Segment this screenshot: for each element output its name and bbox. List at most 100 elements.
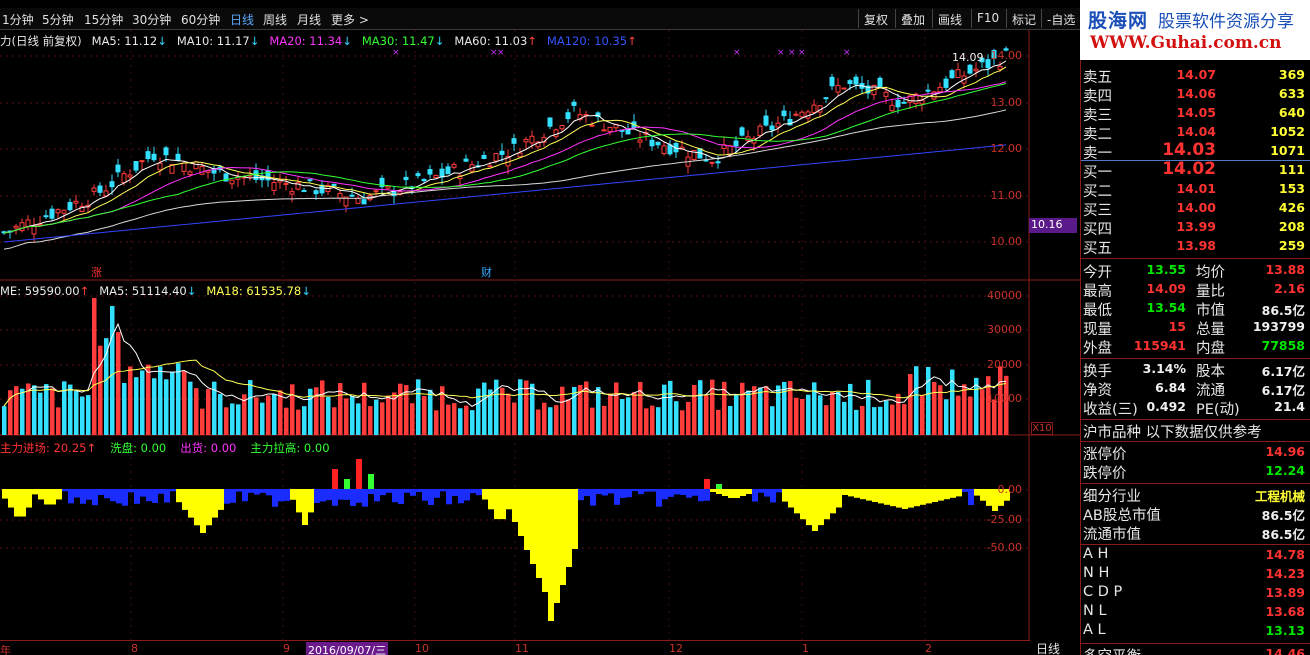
stat2-row-value: 3.14% bbox=[1142, 361, 1186, 376]
indicator-blue-bar bbox=[440, 489, 446, 492]
indicator-blue-bar bbox=[692, 489, 698, 496]
candle-body bbox=[769, 125, 775, 131]
f10-button[interactable]: F10 bbox=[971, 9, 1004, 28]
indicator-yellow-bar bbox=[716, 489, 722, 494]
period-weekly[interactable]: 周线 bbox=[263, 11, 287, 28]
indicator-yellow-bar bbox=[740, 489, 746, 496]
watchlist-button[interactable]: -自选 bbox=[1041, 9, 1080, 28]
candle-body bbox=[943, 78, 949, 88]
period-monthly[interactable]: 月线 bbox=[297, 11, 321, 28]
indicator-blue-bar bbox=[248, 489, 254, 493]
indicator-blue-bar bbox=[758, 489, 764, 493]
bid-label: 买一 bbox=[1083, 165, 1112, 181]
volume-legend-arrow: ↓ bbox=[186, 284, 197, 298]
volume-legend-arrow: ↑ bbox=[79, 284, 90, 298]
candle-body bbox=[139, 160, 145, 163]
indicator-yellow-bar bbox=[566, 489, 572, 567]
candle-body bbox=[181, 162, 187, 172]
period-more[interactable]: 更多 > bbox=[331, 11, 369, 28]
period-daily[interactable]: 日线 bbox=[230, 11, 254, 28]
volume-bar bbox=[944, 399, 949, 435]
tech-row-key: A L bbox=[1083, 622, 1106, 638]
stat-row-key: 今开 bbox=[1083, 265, 1112, 281]
indicator-yellow-bar bbox=[218, 489, 224, 510]
indicator-blue-bar bbox=[464, 489, 470, 501]
tech-row: C D P 13.89 bbox=[1081, 584, 1310, 603]
candle-body bbox=[451, 163, 457, 168]
volume-bar bbox=[458, 408, 463, 435]
candle-body bbox=[601, 129, 607, 132]
bid-price: 13.99 bbox=[1176, 219, 1216, 234]
volume-bar bbox=[248, 380, 253, 435]
stat-row: 今开 13.55 均价 13.88 bbox=[1081, 261, 1310, 281]
vol-tick-20000: 20000 bbox=[987, 358, 1022, 371]
draw-line-button[interactable]: 画线 bbox=[932, 9, 967, 28]
stat-row-key2: 均价 bbox=[1196, 265, 1225, 281]
ask-volume: 633 bbox=[1278, 86, 1305, 101]
volume-bar bbox=[428, 389, 433, 435]
tech-row-key: N H bbox=[1083, 565, 1110, 581]
candle-body bbox=[61, 209, 67, 214]
overlay-button[interactable]: 叠加 bbox=[895, 9, 930, 28]
volume-bar bbox=[260, 402, 265, 435]
candle-body bbox=[19, 222, 25, 232]
volume-bar bbox=[206, 389, 211, 435]
candle-body bbox=[463, 158, 469, 162]
candle-body bbox=[157, 162, 163, 171]
volume-bar bbox=[296, 409, 301, 435]
volume-bar bbox=[608, 393, 613, 435]
indicator-yellow-bar bbox=[896, 489, 902, 508]
volume-bar bbox=[356, 403, 361, 435]
period-15min[interactable]: 15分钟 bbox=[84, 11, 123, 28]
event-marker-zhang[interactable]: 涨 bbox=[91, 264, 102, 280]
price-tick-11: 11.00 bbox=[990, 189, 1023, 202]
tech-row-value: 14.23 bbox=[1265, 566, 1305, 581]
volume-bar bbox=[764, 386, 769, 435]
volume-bar bbox=[542, 402, 547, 435]
stat-row: 外盘 115941 内盘 77858 bbox=[1081, 337, 1310, 357]
quote-panel: 卖五 14.07 369 卖四 14.06 633 卖三 14.05 640 卖二 14.04 105… bbox=[1080, 60, 1310, 655]
indicator-blue-bar bbox=[662, 489, 668, 500]
period-5min[interactable]: 5分钟 bbox=[42, 11, 74, 28]
kline-chart-svg[interactable]: × × × × × × × × bbox=[0, 30, 1080, 655]
indicator-blue-bar bbox=[266, 489, 272, 496]
indicator-blue-bar bbox=[374, 489, 380, 502]
period-60min[interactable]: 60分钟 bbox=[181, 11, 220, 28]
indicator-yellow-bar bbox=[302, 489, 308, 525]
tech-row-value: 13.89 bbox=[1265, 585, 1305, 600]
volume-bar bbox=[596, 387, 601, 435]
candle-body bbox=[889, 104, 895, 112]
indicator-yellow-bar bbox=[44, 489, 50, 505]
candle-body bbox=[331, 183, 337, 187]
indicator-blue-bar bbox=[644, 489, 650, 492]
price-legend-arrow: ↓ bbox=[157, 34, 167, 48]
signal-x-marker: × bbox=[733, 48, 741, 58]
indicator-yellow-bar bbox=[902, 489, 908, 509]
tech-row-key: A H bbox=[1083, 546, 1109, 562]
indicator-yellow-bar bbox=[926, 489, 932, 504]
indicator-blue-bar bbox=[230, 489, 236, 503]
event-marker-cai[interactable]: 财 bbox=[481, 264, 492, 280]
mark-button[interactable]: 标记 bbox=[1006, 9, 1041, 28]
limit-row-value: 12.24 bbox=[1265, 463, 1305, 478]
candle-body bbox=[193, 161, 199, 170]
price-legend-arrow: ↓ bbox=[249, 34, 260, 48]
volume-bar bbox=[758, 387, 763, 435]
volume-bar bbox=[164, 379, 169, 435]
period-1min[interactable]: 1分钟 bbox=[2, 11, 34, 28]
bottom-tab-daily[interactable]: 日线 bbox=[1036, 640, 1060, 655]
volume-bar bbox=[128, 366, 133, 435]
indicator-blue-bar bbox=[698, 489, 704, 502]
chart-area[interactable]: × × × × × × × × 力(日线 前复权) MA5: 11.12↓ MA10: 11.17… bbox=[0, 30, 1080, 655]
indicator-blue-bar bbox=[86, 489, 92, 500]
indicator-yellow-bar bbox=[908, 489, 914, 508]
candle-body bbox=[427, 169, 433, 175]
candle-body bbox=[289, 191, 295, 195]
vol-tick-30000: 30000 bbox=[987, 323, 1022, 336]
signal-x-marker: × bbox=[798, 48, 806, 58]
indicator-blue-bar bbox=[362, 489, 368, 507]
indicator-blue-bar bbox=[602, 489, 608, 496]
period-30min[interactable]: 30分钟 bbox=[132, 11, 171, 28]
fuquan-button[interactable]: 复权 bbox=[858, 9, 893, 28]
indicator-yellow-bar bbox=[722, 489, 728, 496]
